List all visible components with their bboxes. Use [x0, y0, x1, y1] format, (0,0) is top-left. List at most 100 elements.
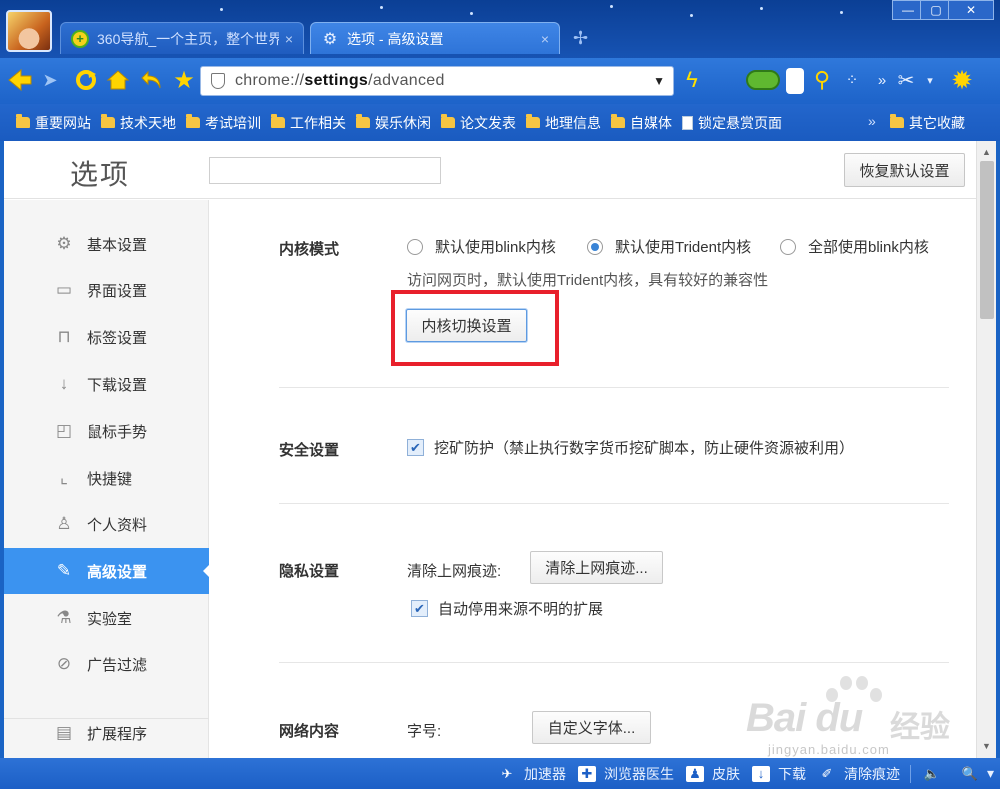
url-path: /advanced: [368, 72, 445, 89]
status-accelerator[interactable]: ✈ 加速器: [498, 764, 566, 784]
mining-protection-checkbox[interactable]: ✔ 挖矿防护（禁止执行数字货币挖矿脚本，防止硬件资源被利用）: [407, 437, 854, 458]
address-bar[interactable]: chrome://settings/advanced ▼: [200, 66, 674, 96]
chevron-down-icon[interactable]: ▾: [916, 66, 944, 94]
security-label: 安全设置: [279, 442, 340, 459]
sidebar-item-adblock[interactable]: ⊘ 广告过滤: [4, 641, 209, 687]
scrollbar[interactable]: ▲ ▼: [976, 141, 996, 758]
scroll-down-icon[interactable]: ▼: [982, 741, 991, 751]
other-bookmarks[interactable]: 其它收藏: [890, 104, 965, 141]
bookmark-page[interactable]: 锁定悬赏页面: [682, 113, 782, 133]
bookmark-folder[interactable]: 论文发表: [441, 113, 516, 133]
bookmark-folder[interactable]: 重要网站: [16, 113, 91, 133]
sidebar-item-label: 鼠标手势: [87, 423, 148, 441]
sidebar-item-lab[interactable]: ⚗ 实验室: [4, 595, 209, 641]
close-icon[interactable]: ×: [285, 31, 293, 47]
qr-code-icon[interactable]: ⁘: [838, 66, 866, 94]
close-window-button[interactable]: ✕: [948, 0, 994, 20]
sidebar-item-tabs[interactable]: ⊓ 标签设置: [4, 314, 209, 360]
radio-blink-all[interactable]: 全部使用blink内核: [780, 236, 929, 257]
check-icon[interactable]: ✔: [407, 439, 424, 456]
chevron-down-icon: ▾: [986, 765, 994, 781]
undo-icon[interactable]: [138, 66, 166, 94]
clear-traces-button[interactable]: 清除上网痕迹...: [530, 551, 663, 584]
radio-trident-default[interactable]: 默认使用Trident内核: [587, 236, 751, 257]
auto-disable-extensions-checkbox[interactable]: ✔ 自动停用来源不明的扩展: [411, 598, 603, 619]
sidebar-item-download[interactable]: ↓ 下载设置: [4, 361, 209, 407]
radio-circle[interactable]: [587, 238, 603, 255]
magnifier-icon[interactable]: ⚲: [808, 66, 836, 94]
status-clear-traces[interactable]: ✐ 清除痕迹: [818, 764, 900, 784]
sidebar-item-profile[interactable]: ♙ 个人资料: [4, 501, 209, 547]
status-volume[interactable]: 🔈: [923, 766, 949, 782]
close-icon[interactable]: ×: [541, 31, 549, 47]
folder-icon: [611, 114, 625, 128]
sidebar-item-label: 快捷键: [87, 470, 133, 488]
broom-icon: ✐: [821, 765, 833, 781]
custom-font-button[interactable]: 自定义字体...: [532, 711, 651, 744]
status-label: 下载: [777, 765, 806, 782]
main-menu-gear-icon[interactable]: ✹: [948, 65, 976, 95]
sidebar-item-label: 扩展程序: [87, 725, 148, 743]
radio-circle[interactable]: [780, 238, 796, 255]
sidebar-item-basic[interactable]: ⚙ 基本设置: [4, 221, 209, 267]
sidebar-item-extensions[interactable]: ▤ 扩展程序: [4, 710, 209, 756]
sidebar-item-interface[interactable]: ▭ 界面设置: [4, 267, 209, 313]
bookmark-label: 重要网站: [35, 114, 91, 131]
bookmark-label: 论文发表: [460, 114, 516, 131]
status-zoom[interactable]: 🔍 ▾: [961, 765, 994, 782]
radio-blink-default[interactable]: 默认使用blink内核: [407, 236, 556, 257]
scrollbar-thumb[interactable]: [980, 161, 994, 319]
restore-defaults-button[interactable]: 恢复默认设置: [844, 153, 965, 187]
bookmark-label: 地理信息: [545, 114, 601, 131]
status-browser-doctor[interactable]: ✚ 浏览器医生: [577, 764, 674, 784]
settings-header: 选项 恢复默认设置: [4, 141, 976, 199]
user-avatar[interactable]: [6, 10, 52, 52]
folder-icon: [271, 114, 285, 128]
bookmark-folder[interactable]: 地理信息: [526, 113, 601, 133]
shortcut-icon: ⌞: [60, 468, 68, 487]
favorite-star-icon[interactable]: ★: [170, 66, 198, 94]
status-skin[interactable]: ♟ 皮肤: [685, 764, 740, 784]
check-icon[interactable]: ✔: [411, 600, 428, 617]
sidebar-item-shortcuts[interactable]: ⌞ 快捷键: [4, 455, 209, 501]
bookmark-folder[interactable]: 自媒体: [611, 113, 672, 133]
page-title: 选项: [70, 159, 131, 190]
refresh-icon[interactable]: [72, 66, 100, 94]
back-icon[interactable]: [6, 66, 34, 94]
tab-icon: ⊓: [57, 327, 71, 346]
radio-label: 默认使用Trident内核: [615, 239, 752, 256]
checkbox-label: 自动停用来源不明的扩展: [438, 601, 604, 618]
sidebar-item-label: 标签设置: [87, 329, 148, 347]
bookmark-label: 其它收藏: [909, 114, 965, 131]
folder-icon: [186, 114, 200, 128]
security-shield-icon: [211, 73, 225, 89]
bookmarks-overflow-icon[interactable]: »: [868, 113, 876, 129]
sidebar-item-advanced[interactable]: ✎ 高级设置: [4, 548, 210, 594]
home-icon[interactable]: [104, 66, 132, 94]
folder-icon: [101, 114, 115, 128]
window-icon: ▭: [55, 280, 73, 299]
status-download[interactable]: ↓ 下载: [751, 764, 806, 784]
forward-icon[interactable]: ➤: [36, 66, 64, 94]
settings-search-input[interactable]: [209, 157, 441, 184]
status-divider: [909, 764, 911, 783]
settings-sidebar: ⚙ 基本设置 ▭ 界面设置 ⊓ 标签设置 ↓ 下载设置 ◰ 鼠标手势 ⌞ 快捷键 ♙ 个人资料…: [4, 200, 210, 758]
bookmark-folder[interactable]: 娱乐休闲: [356, 113, 431, 133]
address-url[interactable]: chrome://settings/advanced: [235, 72, 445, 90]
new-tab-icon[interactable]: ✢: [573, 28, 588, 49]
sidebar-item-mouse-gesture[interactable]: ◰ 鼠标手势: [4, 408, 209, 454]
sidebar-item-label: 个人资料: [87, 516, 148, 534]
bookmark-folder[interactable]: 工作相关: [271, 113, 346, 133]
address-dropdown-icon[interactable]: ▼: [653, 74, 665, 88]
extension-box-icon[interactable]: [786, 68, 804, 94]
frog-extension-icon[interactable]: [746, 70, 780, 90]
radio-label: 默认使用blink内核: [435, 239, 556, 256]
bookmark-folder[interactable]: 考试培训: [186, 113, 261, 133]
lightning-icon[interactable]: ϟ: [678, 66, 706, 94]
tab-360-nav[interactable]: + 360导航_一个主页，整个世界 ×: [60, 22, 304, 54]
bookmark-folder[interactable]: 技术天地: [101, 113, 176, 133]
sky-star: [220, 8, 223, 11]
radio-circle[interactable]: [407, 238, 423, 255]
tab-settings[interactable]: ⚙ 选项 - 高级设置 ×: [310, 22, 560, 54]
scroll-up-icon[interactable]: ▲: [982, 147, 991, 157]
